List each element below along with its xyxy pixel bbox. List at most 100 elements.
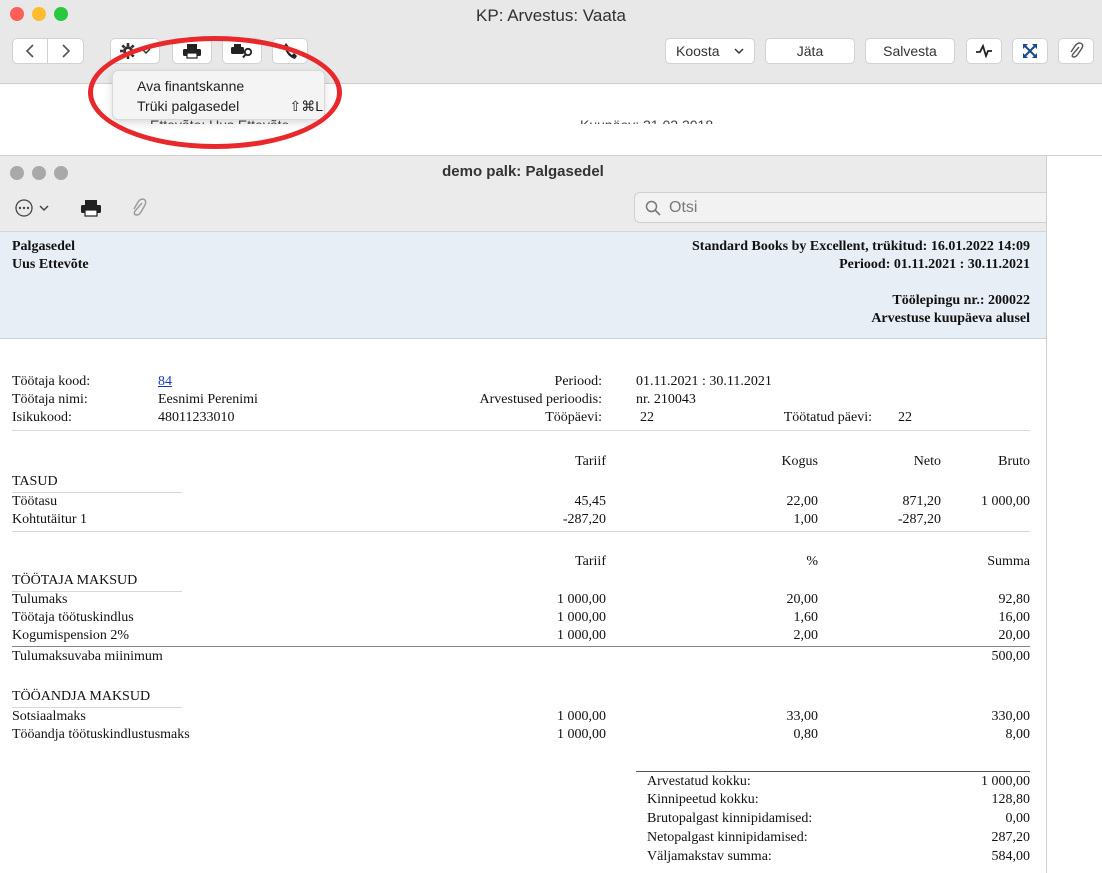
front-window: demo palk: Palgasedel Otsi Palgasedel Uu…: [0, 155, 1102, 873]
workdays-value: 22: [640, 410, 654, 425]
actions-dropdown-menu: Ava finantskanne Trüki palgasedel ⇧⌘L: [112, 70, 325, 120]
more-options-button[interactable]: [14, 198, 49, 218]
header-period: Periood: 01.11.2021 : 30.11.2021: [839, 257, 1030, 272]
activity-button[interactable]: [966, 38, 1002, 64]
salvesta-button[interactable]: Salvesta: [865, 38, 955, 64]
employee-name-value: Eesnimi Perenimi: [158, 392, 258, 407]
attachment-button[interactable]: [1058, 38, 1094, 64]
print-preview-icon: [231, 44, 253, 59]
row-sum: 8,00: [1005, 727, 1031, 742]
activity-icon: [976, 44, 992, 58]
section-title-employer-taxes: TÖÖANDJA MAKSUD: [12, 689, 151, 704]
fullscreen-button[interactable]: [1012, 38, 1048, 64]
divider: [12, 531, 1030, 532]
col-net: Neto: [913, 454, 941, 469]
row-sum: 92,80: [998, 592, 1031, 607]
row-tariff: 1 000,00: [557, 610, 606, 625]
menu-item-label: Trüki palgasedel: [137, 98, 240, 114]
printer-icon: [81, 200, 101, 217]
row-sum: 16,00: [998, 610, 1031, 625]
calculations-value: nr. 210043: [636, 392, 696, 407]
actions-menu-button[interactable]: [110, 38, 160, 64]
chevron-right-icon: [61, 44, 70, 58]
total-value: 1 000,00: [981, 774, 1030, 789]
total-value: 287,20: [991, 830, 1031, 845]
row-net: -287,20: [897, 512, 941, 527]
print-info: Standard Books by Excellent, trükitud: 1…: [692, 239, 1030, 254]
back-window-title: KP: Arvestus: Vaata: [476, 6, 626, 25]
doc-type: Palgasedel: [12, 239, 75, 254]
menu-item-ava-finantskanne[interactable]: Ava finantskanne: [137, 76, 244, 96]
total-label: Väljamakstav summa:: [647, 849, 772, 864]
employee-code-label: Töötaja kood:: [12, 374, 91, 389]
col-gross: Bruto: [998, 454, 1030, 469]
contract-number: Töölepingu nr.: 200022: [892, 293, 1030, 308]
worked-days-value: 22: [898, 410, 912, 425]
col-sum: Summa: [987, 554, 1030, 569]
calc-basis: Arvestuse kuupäeva alusel: [871, 311, 1030, 326]
front-titlebar: demo palk: Palgasedel Otsi: [0, 156, 1046, 232]
divider: [12, 646, 1030, 647]
company-name: Uus Ettevõte: [12, 257, 89, 272]
row-percent: 20,00: [786, 592, 819, 607]
search-field[interactable]: Otsi: [634, 192, 1046, 223]
total-label: Netopalgast kinnipidamised:: [647, 830, 808, 845]
personal-code-label: Isikukood:: [12, 410, 72, 425]
row-tariff: 1 000,00: [557, 628, 606, 643]
document-header: Palgasedel Uus Ettevõte Standard Books b…: [0, 232, 1046, 339]
paperclip-icon: [133, 198, 147, 216]
period-value: 01.11.2021 : 30.11.2021: [636, 374, 772, 389]
forward-button[interactable]: [48, 39, 83, 63]
total-label: Kinnipeetud kokku:: [647, 792, 759, 807]
nav-buttons: [12, 38, 84, 64]
row-gross: 1 000,00: [981, 494, 1030, 509]
total-label: Brutopalgast kinnipidamised:: [647, 811, 813, 826]
total-label: Arvestatud kokku:: [647, 774, 751, 789]
section-title-employee-taxes: TÖÖTAJA MAKSUD: [12, 573, 138, 588]
print-button[interactable]: [172, 38, 212, 64]
row-name: Tööandja töötuskindlustusmaks: [12, 727, 190, 742]
row-tariff: -287,20: [562, 512, 606, 527]
divider: [12, 430, 1030, 431]
row-tariff: 45,45: [574, 494, 607, 509]
jata-label: Jäta: [796, 43, 824, 59]
total-value: 128,80: [991, 792, 1031, 807]
worked-days-label: Töötatud päevi:: [783, 410, 872, 425]
jata-button[interactable]: Jäta: [765, 38, 855, 64]
tax-free-minimum-label: Tulumaksuvaba miinimum: [12, 649, 163, 664]
back-button[interactable]: [13, 39, 49, 63]
printer-icon: [183, 44, 201, 59]
row-tariff: 1 000,00: [557, 727, 606, 742]
attachment-button[interactable]: [130, 198, 148, 223]
total-value: 0,00: [1005, 811, 1031, 826]
menu-item-shortcut: ⇧⌘L: [289, 98, 323, 114]
row-name: Kogumispension 2%: [12, 628, 130, 643]
behind-text-right: Kuupäev: 21.02.2018: [580, 116, 713, 124]
row-percent: 2,00: [793, 628, 819, 643]
row-sum: 330,00: [991, 709, 1031, 724]
search-placeholder: Otsi: [669, 198, 698, 216]
print-preview-button[interactable]: [222, 38, 262, 64]
search-icon: [645, 200, 661, 216]
row-name: Kohtutäitur 1: [12, 512, 88, 527]
koosta-dropdown[interactable]: Koosta: [665, 38, 755, 64]
chevron-down-icon: [141, 48, 151, 55]
gear-icon: [120, 43, 136, 59]
col-tariff: Tariif: [575, 554, 606, 569]
chevron-down-icon: [734, 48, 744, 55]
row-tariff: 1 000,00: [557, 592, 606, 607]
row-amount: 22,00: [786, 494, 819, 509]
ellipsis-circle-icon: [15, 199, 33, 217]
call-button[interactable]: [272, 38, 308, 64]
col-tariff: Tariif: [575, 454, 606, 469]
row-sum: 20,00: [998, 628, 1031, 643]
print-button[interactable]: [80, 199, 102, 222]
salvesta-label: Salvesta: [883, 43, 937, 59]
totals-divider: [636, 771, 1030, 772]
koosta-label: Koosta: [676, 43, 720, 59]
employee-code-link[interactable]: 84: [158, 373, 172, 391]
menu-item-truki-palgasedel[interactable]: Trüki palgasedel ⇧⌘L: [137, 96, 323, 116]
employee-name-label: Töötaja nimi:: [12, 392, 88, 407]
row-percent: 33,00: [786, 709, 819, 724]
menu-item-label: Ava finantskanne: [137, 78, 245, 94]
